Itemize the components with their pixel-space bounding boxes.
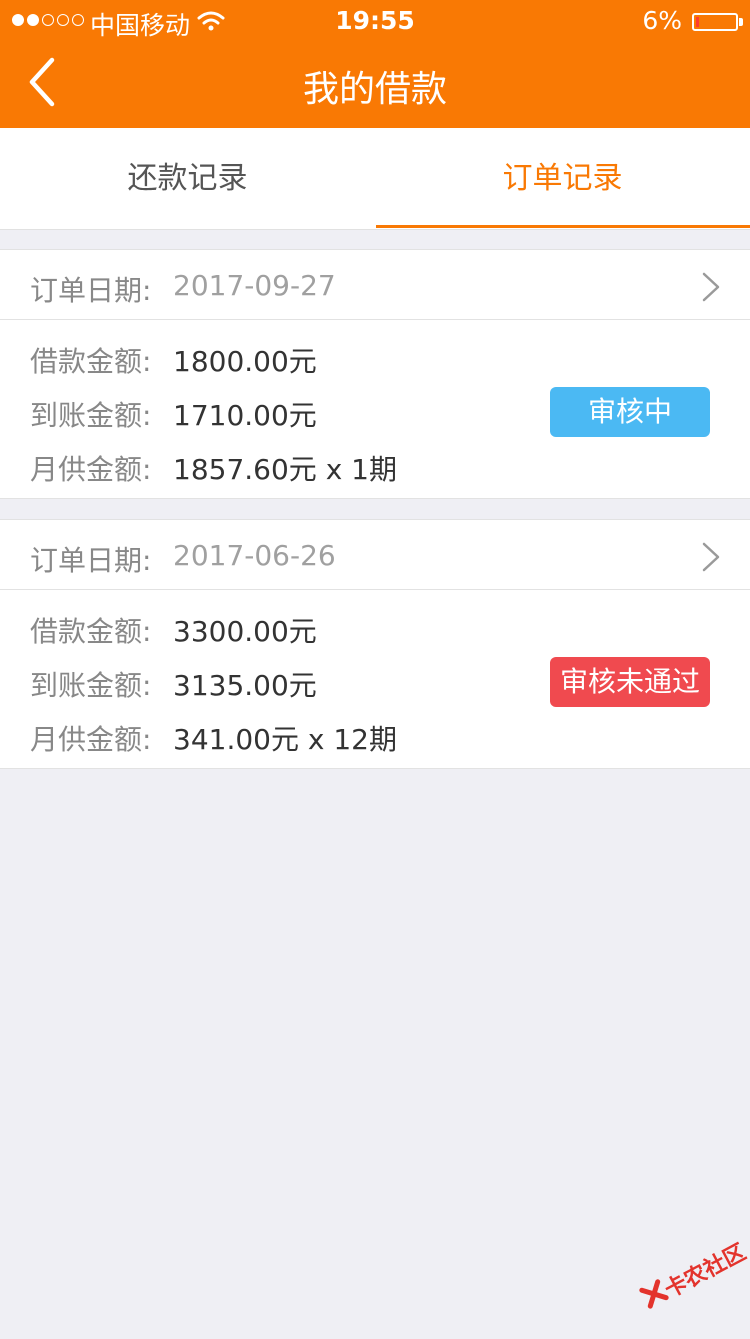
order-date: 2017-09-27 — [173, 269, 336, 302]
navigation-bar: 我的借款 — [0, 42, 750, 128]
received-amount-label: 到账金额: — [30, 669, 152, 702]
watermark-text: 卡农社区 — [660, 1239, 750, 1304]
battery-percentage: 6% — [642, 6, 682, 35]
order-card[interactable]: 订单日期: 2017-09-27 借款金额: 1800.00元 到账金额: 17… — [0, 249, 750, 499]
order-date-label: 订单日期: — [30, 274, 152, 307]
chevron-right-icon — [702, 542, 720, 572]
tab-order-records[interactable]: 订单记录 — [375, 128, 750, 229]
order-date-label: 订单日期: — [30, 544, 152, 577]
order-header[interactable]: 订单日期: 2017-09-27 — [0, 250, 750, 320]
loan-amount: 1800.00元 — [173, 345, 317, 378]
active-tab-indicator — [376, 225, 750, 228]
tab-bar: 还款记录 订单记录 — [0, 128, 750, 230]
received-amount: 1710.00元 — [173, 399, 317, 432]
monthly-payment: 341.00元 x 12期 — [173, 723, 397, 756]
received-amount-label: 到账金额: — [30, 399, 152, 432]
top-bar: 中国移动 19:55 6% 我的借款 — [0, 0, 750, 128]
monthly-payment: 1857.60元 x 1期 — [173, 453, 397, 486]
chevron-right-icon — [702, 272, 720, 302]
battery-tip — [739, 18, 743, 26]
order-details: 借款金额: 3300.00元 到账金额: 3135.00元 月供金额: 341.… — [0, 590, 750, 768]
watermark: 卡农社区 — [629, 1231, 750, 1339]
battery-icon — [692, 13, 738, 31]
page-title: 我的借款 — [302, 69, 447, 110]
loan-amount: 3300.00元 — [173, 615, 317, 648]
order-card[interactable]: 订单日期: 2017-06-26 借款金额: 3300.00元 到账金额: 31… — [0, 519, 750, 769]
status-badge-rejected: 审核未通过 — [550, 657, 710, 707]
order-header[interactable]: 订单日期: 2017-06-26 — [0, 520, 750, 590]
monthly-payment-label: 月供金额: — [30, 453, 152, 486]
tab-repayment-records[interactable]: 还款记录 — [0, 128, 375, 229]
status-bar: 中国移动 19:55 6% — [0, 0, 750, 42]
loan-amount-label: 借款金额: — [30, 345, 152, 378]
received-amount: 3135.00元 — [173, 669, 317, 702]
order-details: 借款金额: 1800.00元 到账金额: 1710.00元 月供金额: 1857… — [0, 320, 750, 498]
status-badge-pending: 审核中 — [550, 387, 710, 437]
battery-level — [696, 17, 699, 27]
monthly-payment-label: 月供金额: — [30, 723, 152, 756]
status-time: 19:55 — [335, 6, 415, 35]
order-date: 2017-06-26 — [173, 539, 336, 572]
loan-amount-label: 借款金额: — [30, 615, 152, 648]
